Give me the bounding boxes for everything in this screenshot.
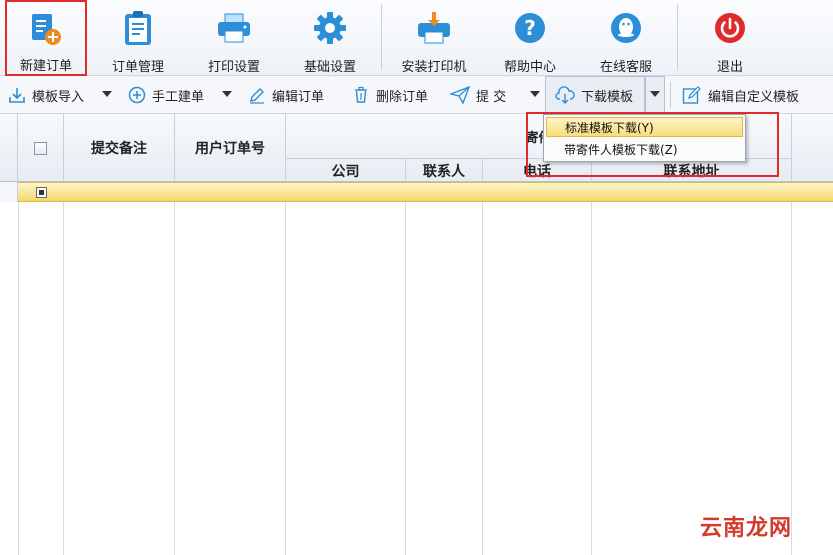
submit-dropdown-caret[interactable] <box>530 91 540 97</box>
install-printer-label: 安装打印机 <box>401 60 467 75</box>
submit-button[interactable]: 提 交 <box>450 76 506 114</box>
print-settings-label: 打印设置 <box>207 60 260 75</box>
manual-create-label: 手工建单 <box>152 89 205 105</box>
trash-icon <box>355 86 367 103</box>
cloud-download-icon <box>555 86 575 104</box>
help-center-button[interactable]: ? 帮助中心 <box>492 0 568 76</box>
print-settings-button[interactable]: 打印设置 <box>196 0 272 76</box>
printer-icon <box>214 8 254 48</box>
order-management-button[interactable]: 订单管理 <box>100 0 176 76</box>
edit-order-label: 编辑订单 <box>272 89 325 105</box>
main-ribbon: 新建订单 订单管理 打印设置 基础设置 安装打印机 ? 帮助中心 在线客服 退出 <box>0 0 833 76</box>
ribbon-divider <box>677 4 678 70</box>
basic-settings-label: 基础设置 <box>303 60 356 75</box>
new-order-label: 新建订单 <box>19 59 72 74</box>
edit-custom-template-label: 编辑自定义模板 <box>708 89 800 105</box>
grid-column-line <box>18 202 19 555</box>
svg-text:?: ? <box>524 16 536 40</box>
row-selector[interactable] <box>0 182 18 202</box>
power-icon <box>710 8 750 48</box>
toolbar: 模板导入 手工建单 编辑订单 删除订单 提 交 下载模板 编辑自定义模板 <box>0 76 833 114</box>
qq-icon <box>606 8 646 48</box>
printer-install-icon <box>414 8 454 48</box>
grid-column-line <box>791 202 792 555</box>
order-management-label: 订单管理 <box>111 60 164 75</box>
ribbon-divider <box>381 4 382 70</box>
submit-label: 提 交 <box>476 89 507 105</box>
clipboard-icon <box>118 8 158 48</box>
send-icon <box>450 86 470 104</box>
column-header-contact[interactable]: 联系人 <box>406 158 483 182</box>
grid-group-row[interactable] <box>18 182 833 202</box>
online-service-button[interactable]: 在线客服 <box>588 0 664 76</box>
grid-column-line <box>174 202 175 555</box>
grid-column-line <box>482 202 483 555</box>
column-header-user-order-no[interactable]: 用户订单号 <box>175 114 286 182</box>
grid-column-line <box>405 202 406 555</box>
column-header-remark[interactable]: 提交备注 <box>64 114 175 182</box>
download-template-label: 下载模板 <box>581 89 634 105</box>
highlight-frame <box>526 112 779 177</box>
import-template-button[interactable]: 模板导入 <box>8 76 84 114</box>
manual-create-button[interactable]: 手工建单 <box>128 76 204 114</box>
grid-column-line <box>63 202 64 555</box>
edit-box-icon <box>682 86 701 104</box>
orders-grid: 提交备注 用户订单号 寄件 公司 联系人 电话 联系地址 <box>0 114 833 555</box>
grid-column-line <box>591 202 592 555</box>
collapse-icon[interactable] <box>36 187 47 198</box>
import-template-label: 模板导入 <box>32 89 85 105</box>
select-all-checkbox[interactable] <box>34 141 47 155</box>
delete-order-button[interactable]: 删除订单 <box>352 76 428 114</box>
manual-create-caret[interactable] <box>222 91 232 97</box>
online-service-label: 在线客服 <box>599 60 652 75</box>
edit-order-button[interactable]: 编辑订单 <box>248 76 324 114</box>
help-center-label: 帮助中心 <box>503 60 556 75</box>
app-window: 新建订单 订单管理 打印设置 基础设置 安装打印机 ? 帮助中心 在线客服 退出… <box>0 0 833 555</box>
install-printer-button[interactable]: 安装打印机 <box>396 0 472 76</box>
delete-order-label: 删除订单 <box>376 89 429 105</box>
grid-column-line <box>285 202 286 555</box>
import-icon <box>9 88 25 103</box>
watermark: 云南龙网 <box>700 516 793 541</box>
row-header-corner <box>0 114 18 182</box>
select-all-cell <box>18 114 64 182</box>
basic-settings-button[interactable]: 基础设置 <box>292 0 368 76</box>
new-order-icon <box>26 10 66 47</box>
download-template-button[interactable]: 下载模板 <box>555 76 633 114</box>
column-header-company[interactable]: 公司 <box>286 158 406 182</box>
help-icon: ? <box>510 8 550 48</box>
exit-button[interactable]: 退出 <box>692 0 768 76</box>
add-circle-icon <box>128 86 146 104</box>
exit-label: 退出 <box>716 60 743 75</box>
new-order-button[interactable]: 新建订单 <box>5 0 87 76</box>
gear-icon <box>310 8 350 48</box>
import-dropdown-caret[interactable] <box>102 91 112 97</box>
download-dropdown-caret[interactable] <box>650 91 660 97</box>
pencil-icon <box>250 88 264 104</box>
toolbar-divider <box>670 82 671 108</box>
edit-custom-template-button[interactable]: 编辑自定义模板 <box>682 76 799 114</box>
